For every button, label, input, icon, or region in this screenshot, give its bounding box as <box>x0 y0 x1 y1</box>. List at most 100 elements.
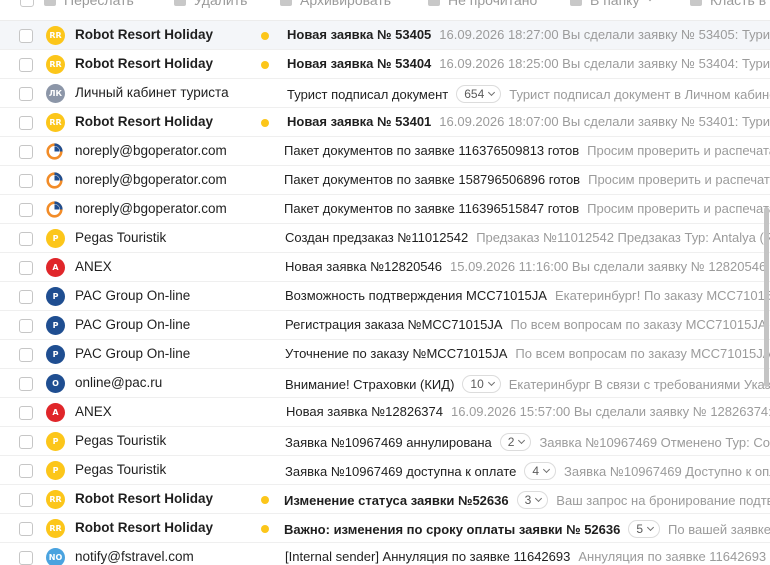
message-row[interactable]: NO notify@fstravel.com [Internal sender] А… <box>0 543 770 565</box>
message-checkbox[interactable] <box>19 435 33 449</box>
unread-dot-icon[interactable] <box>261 525 269 533</box>
forward-button[interactable]: Переслать <box>44 0 134 8</box>
unread-dot-icon[interactable] <box>261 119 269 127</box>
scrollbar[interactable] <box>764 27 770 565</box>
sender-name: noreply@bgoperator.com <box>75 172 227 187</box>
avatar-rr-icon: RR <box>46 113 65 132</box>
subject: Изменение статуса заявки №52636 <box>284 492 509 508</box>
message-row[interactable]: noreply@bgoperator.com Пакет документов п… <box>0 166 770 195</box>
message-checkbox[interactable] <box>19 232 33 246</box>
sender-name: PAC Group On-line <box>75 288 191 303</box>
message-checkbox[interactable] <box>19 348 33 362</box>
message-row[interactable]: RR Robot Resort Holiday Изменение статуса … <box>0 485 770 514</box>
subject-line: Пакет документов по заявке 116396515847 … <box>284 201 770 216</box>
sender-name: Robot Resort Holiday <box>75 114 214 129</box>
subject: Новая заявка №12820546 <box>285 259 442 274</box>
unread-dot-icon[interactable] <box>261 496 269 504</box>
message-checkbox[interactable] <box>19 319 33 333</box>
message-checkbox[interactable] <box>19 377 33 391</box>
message-row[interactable]: noreply@bgoperator.com Пакет документов п… <box>0 195 770 224</box>
avatar-a-icon: A <box>46 403 65 422</box>
archive-button[interactable]: Архивировать <box>280 0 391 8</box>
move-to-folder-button[interactable]: В папку <box>570 0 655 8</box>
thread-count-badge[interactable]: 3 <box>516 491 549 509</box>
chevron-down-icon <box>518 436 526 444</box>
message-checkbox[interactable] <box>19 493 33 507</box>
unread-dot-icon[interactable] <box>261 32 269 40</box>
message-checkbox[interactable] <box>19 174 33 188</box>
message-row[interactable]: P PAC Group On-line Регистрация заказа №MC… <box>0 311 770 340</box>
trash-icon <box>174 0 186 6</box>
subject: Заявка №10967469 аннулирована <box>285 434 492 450</box>
bgoperator-logo-icon <box>46 201 63 218</box>
snippet: 16.09.2026 18:25:00 Вы сделали заявку № … <box>439 56 770 71</box>
snippet: Предзаказ №11012542 Предзаказ Тур: Antal… <box>476 230 770 245</box>
snippet: 15.09.2026 11:16:00 Вы сделали заявку № … <box>450 259 770 274</box>
avatar-a-icon: A <box>46 258 65 277</box>
subject: Внимание! Страховки (КИД) <box>285 376 455 392</box>
message-row[interactable]: P PAC Group On-line Возможность подтвержде… <box>0 282 770 311</box>
unread-dot-icon[interactable] <box>261 61 269 69</box>
message-row[interactable]: ЛК Личный кабинет туриста Турист подписал … <box>0 79 770 108</box>
forward-icon <box>44 0 56 6</box>
chevron-down-icon <box>487 378 495 386</box>
thread-count-badge[interactable]: 2 <box>499 433 532 451</box>
snippet: Екатеринбург! По заказу MCC71015JA <box>554 288 770 303</box>
subject-line: Изменение статуса заявки №52636 3 Ваш запр… <box>284 491 770 509</box>
scrollbar-thumb[interactable] <box>764 207 769 387</box>
message-row[interactable]: RR Robot Resort Holiday Новая заявка № 534… <box>0 50 770 79</box>
sender-name: Robot Resort Holiday <box>75 56 214 71</box>
thread-count-badge[interactable]: 10 <box>462 375 501 393</box>
thread-count-badge[interactable]: 5 <box>628 520 661 538</box>
message-row[interactable]: P PAC Group On-line Уточнение по заказу №M… <box>0 340 770 369</box>
subject: Уточнение по заказу №MCC71015JA <box>285 346 508 361</box>
thread-count-badge[interactable]: 654 <box>456 85 502 103</box>
message-checkbox[interactable] <box>19 290 33 304</box>
message-checkbox[interactable] <box>19 261 33 275</box>
avatar-rr-icon: RR <box>46 519 65 538</box>
avatar-rr-icon: RR <box>46 490 65 509</box>
select-all-checkbox[interactable] <box>20 0 34 7</box>
message-row[interactable]: A ANEX Новая заявка №12820546 15.09.2026 11… <box>0 253 770 282</box>
subject: Новая заявка № 53401 <box>287 114 432 129</box>
avatar-lk-icon: ЛК <box>46 84 65 103</box>
subject-line: Новая заявка № 53401 16.09.2026 18:07:00 … <box>287 114 770 129</box>
labels-button[interactable]: Класть в <box>690 0 766 8</box>
subject: Новая заявка № 53404 <box>287 56 432 71</box>
message-checkbox[interactable] <box>19 29 33 43</box>
chevron-down-icon <box>543 465 551 473</box>
message-row[interactable]: RR Robot Resort Holiday Новая заявка № 534… <box>0 108 770 137</box>
avatar-p-icon: P <box>46 316 65 335</box>
envelope-icon <box>428 0 440 6</box>
message-checkbox[interactable] <box>19 203 33 217</box>
message-row[interactable]: noreply@bgoperator.com Пакет документов п… <box>0 137 770 166</box>
message-checkbox[interactable] <box>19 406 33 420</box>
snippet: 16.09.2026 18:27:00 Вы сделали заявку № … <box>439 27 770 42</box>
message-checkbox[interactable] <box>19 87 33 101</box>
message-row[interactable]: RR Robot Resort Holiday Новая заявка № 534… <box>0 21 770 50</box>
mark-unread-button[interactable]: Не прочитано <box>428 0 537 8</box>
sender-name: Robot Resort Holiday <box>75 491 214 506</box>
message-checkbox[interactable] <box>19 145 33 159</box>
message-row[interactable]: RR Robot Resort Holiday Важно: изменения п… <box>0 514 770 543</box>
subject: Важно: изменения по сроку оплаты заявки … <box>284 521 621 537</box>
message-row[interactable]: A ANEX Новая заявка №12826374 16.09.2026 15… <box>0 398 770 427</box>
message-checkbox[interactable] <box>19 522 33 536</box>
avatar-p-icon: P <box>46 461 65 480</box>
message-row[interactable]: P Pegas Touristik Создан предзаказ №110125… <box>0 224 770 253</box>
sender-name: Pegas Touristik <box>75 462 167 477</box>
message-checkbox[interactable] <box>19 551 33 565</box>
message-row[interactable]: Oonline@pac.ru Внимание! Страховки (КИД) 1… <box>0 369 770 398</box>
thread-count-badge[interactable]: 4 <box>524 462 557 480</box>
avatar-p-icon: P <box>46 287 65 306</box>
delete-button[interactable]: Удалить <box>174 0 247 8</box>
snippet: Заявка №10967469 Отменено Тур: Сочи <box>539 434 770 450</box>
message-row[interactable]: P Pegas Touristik Заявка №10967469 аннулир… <box>0 427 770 456</box>
sender-name: noreply@bgoperator.com <box>75 201 227 216</box>
subject-line: Турист подписал документ 654 Турист подпис… <box>287 85 770 103</box>
message-checkbox[interactable] <box>19 58 33 72</box>
message-row[interactable]: P Pegas Touristik Заявка №10967469 доступн… <box>0 456 770 485</box>
message-checkbox[interactable] <box>19 464 33 478</box>
subject-line: Заявка №10967469 аннулирована 2 Заявка №10… <box>285 433 770 451</box>
message-checkbox[interactable] <box>19 116 33 130</box>
